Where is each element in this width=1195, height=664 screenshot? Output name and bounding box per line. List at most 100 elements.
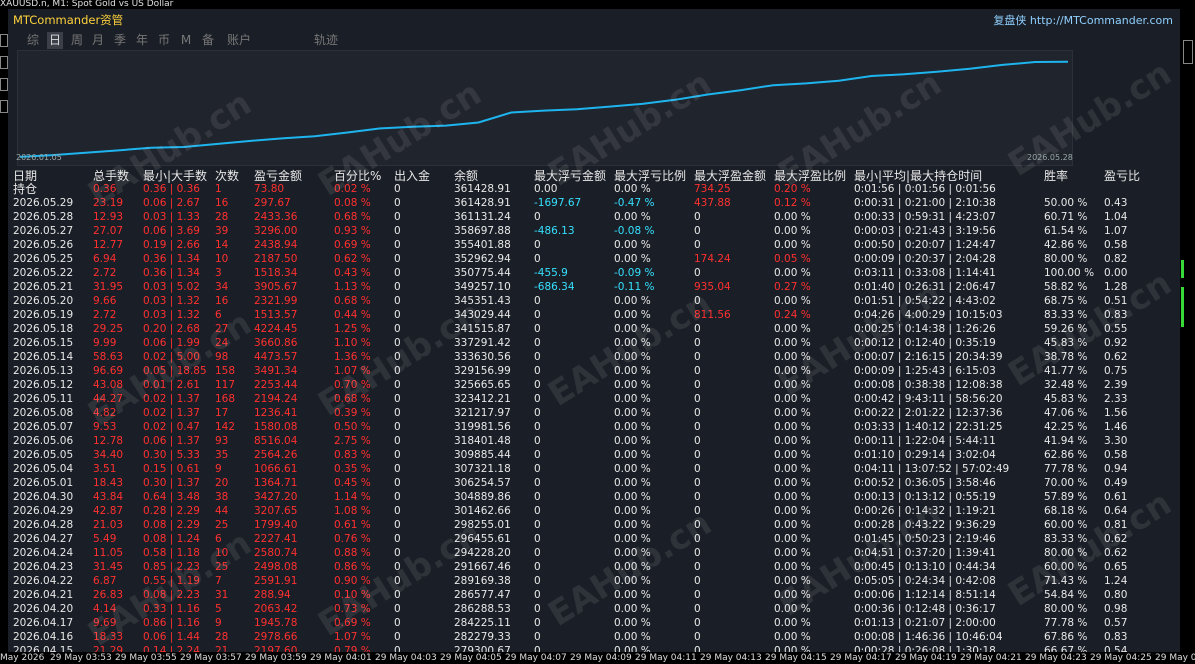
table-cell: 2.33 bbox=[1104, 393, 1128, 405]
table-cell: 0.01 | 2.61 bbox=[143, 379, 200, 391]
tab-6[interactable]: 币 bbox=[156, 32, 172, 49]
table-cell: -455.9 bbox=[534, 267, 568, 279]
table-cell: 0 bbox=[534, 617, 541, 629]
table-cell: 1518.34 bbox=[254, 267, 298, 279]
table-cell: 0.03 | 1.32 bbox=[143, 309, 200, 321]
table-cell: 0 bbox=[394, 407, 401, 419]
table-cell: 0.00 % bbox=[614, 407, 651, 419]
table-cell: 0.54 bbox=[1104, 645, 1128, 652]
table-cell: 0 bbox=[394, 589, 401, 601]
app-link[interactable]: 复盘侠 http://MTCommander.com bbox=[993, 12, 1173, 28]
table-cell: 1.56 bbox=[1104, 407, 1128, 419]
table-cell: 6 bbox=[215, 309, 222, 321]
table-cell: 291667.46 bbox=[454, 561, 511, 573]
table-cell: 0.03 | 5.02 bbox=[143, 281, 200, 293]
table-cell: 0 bbox=[394, 197, 401, 209]
app-link-url[interactable]: http://MTCommander.com bbox=[1030, 14, 1173, 27]
table-cell: 24 bbox=[215, 337, 229, 349]
tab-4[interactable]: 季 bbox=[112, 32, 128, 49]
table-cell: 0 bbox=[534, 365, 541, 377]
table-cell: 0.20 % bbox=[774, 183, 811, 195]
table-row: 2026.04.17 9.69 0.86 | 1.16 9 1945.78 0.69 % 0… bbox=[8, 616, 1180, 630]
time-axis-label: 29 May 04:25 bbox=[1090, 653, 1152, 663]
table-cell: 2026.04.30 bbox=[13, 491, 74, 503]
table-cell: 0.36 | 1.34 bbox=[143, 253, 200, 265]
table-cell: 1.25 % bbox=[334, 323, 371, 335]
table-cell: 0:00:11 | 1:22:04 | 5:44:11 bbox=[854, 435, 996, 447]
table-cell: 1.07 % bbox=[334, 365, 371, 377]
table-cell: 0 bbox=[534, 295, 541, 307]
table-cell: 0.65 bbox=[1104, 561, 1128, 573]
table-cell: 44 bbox=[215, 505, 229, 517]
table-cell: 9.53 bbox=[93, 421, 117, 433]
table-cell: 54.84 % bbox=[1044, 589, 1088, 601]
table-cell: 288.94 bbox=[254, 589, 291, 601]
table-cell: 1945.78 bbox=[254, 617, 298, 629]
table-cell: 355401.88 bbox=[454, 239, 511, 251]
table-row: 2026.04.29 42.87 0.28 | 2.29 44 3207.65 1.08 … bbox=[8, 504, 1180, 518]
tab-3[interactable]: 月 bbox=[90, 32, 106, 49]
table-cell: 0 bbox=[394, 505, 401, 517]
table-cell: 304889.86 bbox=[454, 491, 511, 503]
time-axis-label: 29 May 04:17 bbox=[830, 653, 892, 663]
table-cell: 0.00 % bbox=[774, 211, 811, 223]
table-cell: 0 bbox=[394, 393, 401, 405]
table-cell: 0.00 % bbox=[774, 463, 811, 475]
table-cell: 0:00:42 | 9:43:11 | 58:56:20 bbox=[854, 393, 1003, 405]
table-cell: 2026.05.06 bbox=[13, 435, 74, 447]
time-axis-label: 29 May 04:09 bbox=[570, 653, 632, 663]
table-cell: 2.72 bbox=[93, 267, 117, 279]
table-cell: 31 bbox=[215, 589, 229, 601]
table-cell: 0.61 % bbox=[334, 519, 371, 531]
table-cell: 0 bbox=[394, 631, 401, 643]
table-cell: 7 bbox=[215, 575, 222, 587]
scale-button[interactable] bbox=[1183, 40, 1193, 64]
table-cell: 0 bbox=[694, 617, 701, 629]
table-row: 2026.04.24 11.05 0.58 | 1.18 10 2580.74 0.88 … bbox=[8, 546, 1180, 560]
left-tool-button[interactable] bbox=[0, 100, 8, 113]
table-cell: 39 bbox=[215, 225, 229, 237]
tab-9[interactable]: 账户 bbox=[225, 32, 253, 49]
tab-7[interactable]: M bbox=[180, 32, 192, 49]
table-row: 2026.05.14 58.63 0.02 | 5.00 98 4473.57 1.36 … bbox=[8, 350, 1180, 364]
table-cell: 0:00:45 | 0:13:10 | 0:44:34 bbox=[854, 561, 996, 573]
app-link-cn[interactable]: 复盘侠 bbox=[993, 14, 1026, 27]
table-cell: 3905.67 bbox=[254, 281, 298, 293]
table-cell: 60.71 % bbox=[1044, 211, 1088, 223]
table-cell: 0 bbox=[694, 477, 701, 489]
table-cell: 0:00:07 | 2:16:15 | 20:34:39 bbox=[854, 351, 1003, 363]
tab-8[interactable]: 备 bbox=[200, 32, 216, 49]
table-cell: 0:00:26 | 0:14:32 | 1:19:21 bbox=[854, 505, 996, 517]
table-cell: 2194.24 bbox=[254, 393, 298, 405]
table-cell: 12.93 bbox=[93, 211, 124, 223]
table-cell: 0 bbox=[694, 449, 701, 461]
tab-2[interactable]: 周 bbox=[69, 32, 85, 49]
time-axis: May 2026 29 May 03:53 29 May 03:55 29 May 0… bbox=[0, 652, 1195, 664]
left-tool-button[interactable] bbox=[0, 78, 8, 91]
table-cell: 0 bbox=[394, 533, 401, 545]
table-cell: 3.51 bbox=[93, 463, 117, 475]
table-cell: 58.63 bbox=[93, 351, 124, 363]
table-cell: 349257.10 bbox=[454, 281, 511, 293]
table-cell: 0 bbox=[534, 561, 541, 573]
table-cell: 0 bbox=[394, 421, 401, 433]
tab-10[interactable]: 轨迹 bbox=[312, 32, 340, 49]
table-cell: 1.04 bbox=[1104, 211, 1128, 223]
table-cell: 2026.05.05 bbox=[13, 449, 74, 461]
table-cell: 4473.57 bbox=[254, 351, 298, 363]
left-tool-button[interactable] bbox=[0, 34, 8, 47]
tab-5[interactable]: 年 bbox=[134, 32, 150, 49]
tab-0[interactable]: 综 bbox=[25, 32, 41, 49]
table-cell: 0.62 bbox=[1104, 547, 1128, 559]
table-cell: 23.19 bbox=[93, 197, 124, 209]
table-cell: 9 bbox=[215, 617, 222, 629]
table-cell: 0.49 bbox=[1104, 477, 1128, 489]
table-cell: 0.44 % bbox=[334, 309, 371, 321]
table-cell: 0.00 % bbox=[774, 337, 811, 349]
left-tool-button[interactable] bbox=[0, 56, 8, 69]
tab-1[interactable]: 日 bbox=[47, 32, 63, 49]
graph-start-date: 2026.01.05 bbox=[16, 153, 62, 162]
graph-end-date: 2026.05.28 bbox=[1027, 153, 1073, 162]
time-axis-label: 29 May 04:23 bbox=[1025, 653, 1087, 663]
table-cell: 0 bbox=[694, 393, 701, 405]
